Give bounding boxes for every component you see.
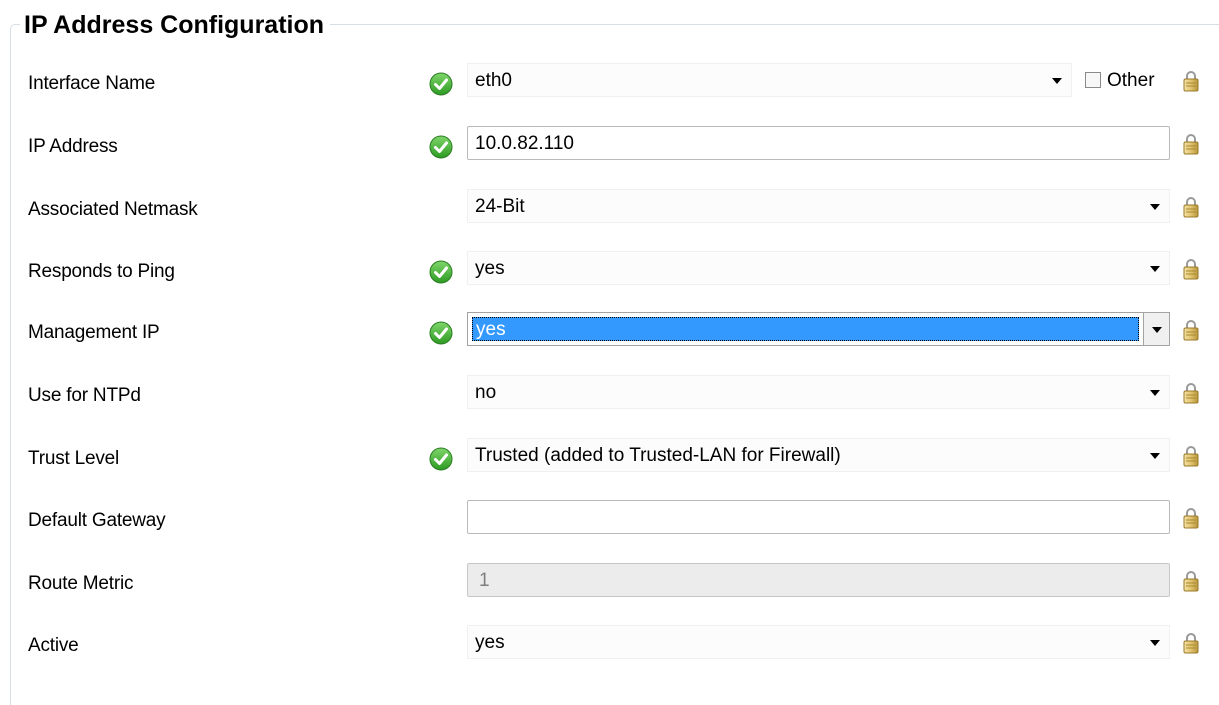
dropdown-button[interactable]	[1143, 313, 1169, 345]
use-for-ntpd-row: Use for NTPd no	[0, 375, 1219, 415]
dropdown-arrow-icon[interactable]	[1150, 266, 1160, 272]
trust-level-label: Trust Level	[28, 448, 120, 469]
check-circle-icon	[429, 72, 453, 96]
associated-netmask-value: 24-Bit	[475, 196, 525, 217]
responds-to-ping-label: Responds to Ping	[28, 261, 175, 282]
dropdown-arrow-icon[interactable]	[1150, 390, 1160, 396]
lock-icon[interactable]	[1183, 319, 1199, 341]
interface-name-label: Interface Name	[28, 73, 156, 94]
lock-icon[interactable]	[1183, 570, 1199, 592]
default-gateway-input[interactable]	[467, 500, 1170, 534]
management-ip-label: Management IP	[28, 322, 160, 343]
trust-level-value: Trusted (added to Trusted-LAN for Firewa…	[475, 445, 841, 466]
interface-name-select[interactable]: eth0	[467, 63, 1072, 97]
check-circle-icon	[429, 135, 453, 159]
management-ip-select[interactable]: yes	[467, 312, 1170, 346]
checkbox-box[interactable]	[1085, 72, 1101, 88]
route-metric-label: Route Metric	[28, 573, 134, 594]
ip-address-row: IP Address 10.0.82.110	[0, 126, 1219, 166]
management-ip-row: Management IP yes	[0, 312, 1219, 352]
default-gateway-label: Default Gateway	[28, 510, 166, 531]
lock-icon[interactable]	[1183, 133, 1199, 155]
route-metric-input: 1	[467, 563, 1170, 597]
other-checkbox-label: Other	[1107, 70, 1155, 91]
management-ip-value: yes	[476, 319, 506, 340]
lock-icon[interactable]	[1183, 258, 1199, 280]
responds-to-ping-value: yes	[475, 258, 505, 279]
use-for-ntpd-select[interactable]: no	[467, 375, 1170, 409]
interface-name-row: Interface Name eth0 Other	[0, 63, 1219, 103]
dropdown-arrow-icon[interactable]	[1150, 640, 1160, 646]
ip-address-value: 10.0.82.110	[475, 133, 574, 154]
dropdown-arrow-icon[interactable]	[1052, 78, 1062, 84]
check-circle-icon	[429, 260, 453, 284]
route-metric-value: 1	[479, 570, 490, 591]
check-circle-icon	[429, 321, 453, 345]
use-for-ntpd-value: no	[475, 382, 497, 403]
responds-to-ping-row: Responds to Ping yes	[0, 251, 1219, 291]
ip-address-label: IP Address	[28, 136, 118, 157]
lock-icon[interactable]	[1183, 70, 1199, 92]
trust-level-select[interactable]: Trusted (added to Trusted-LAN for Firewa…	[467, 438, 1170, 472]
active-row: Active yes	[0, 625, 1219, 665]
lock-icon[interactable]	[1183, 196, 1199, 218]
use-for-ntpd-label: Use for NTPd	[28, 385, 141, 406]
default-gateway-row: Default Gateway	[0, 500, 1219, 540]
associated-netmask-label: Associated Netmask	[28, 199, 198, 220]
lock-icon[interactable]	[1183, 507, 1199, 529]
trust-level-row: Trust Level Trusted (added to Trusted-LAN…	[0, 438, 1219, 478]
selection-highlight	[472, 317, 1139, 341]
lock-icon[interactable]	[1183, 382, 1199, 404]
ip-address-input[interactable]: 10.0.82.110	[467, 126, 1170, 160]
active-label: Active	[28, 635, 79, 656]
associated-netmask-row: Associated Netmask 24-Bit	[0, 189, 1219, 229]
responds-to-ping-select[interactable]: yes	[467, 251, 1170, 285]
lock-icon[interactable]	[1183, 445, 1199, 467]
active-select[interactable]: yes	[467, 625, 1170, 659]
dropdown-arrow-icon[interactable]	[1150, 204, 1160, 210]
route-metric-row: Route Metric 1	[0, 563, 1219, 603]
active-value: yes	[475, 632, 505, 653]
interface-name-value: eth0	[475, 70, 512, 91]
check-circle-icon	[429, 447, 453, 471]
dropdown-arrow-icon[interactable]	[1150, 453, 1160, 459]
dropdown-arrow-icon[interactable]	[1152, 327, 1162, 333]
lock-icon[interactable]	[1183, 632, 1199, 654]
group-title: IP Address Configuration	[20, 10, 331, 40]
associated-netmask-select[interactable]: 24-Bit	[467, 189, 1170, 223]
